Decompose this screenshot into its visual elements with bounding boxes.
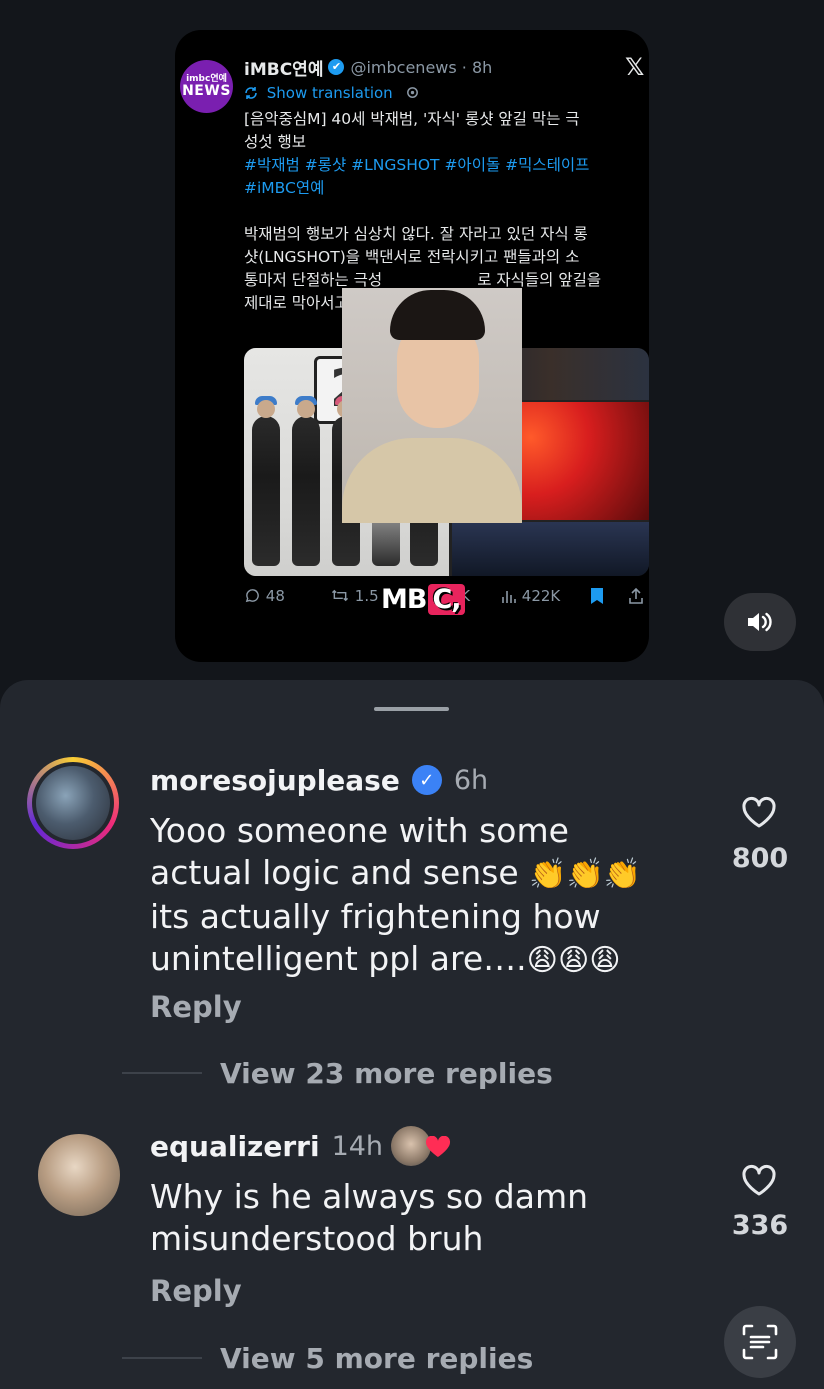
tweet-title-line: [음악중심M] 40세 박재범, '자식' 롱샷 앞길 막는 극 <box>244 110 580 128</box>
tweet-body-line: 샷(LNGSHOT)을 백댄서로 전락시키고 팬들과의 소 <box>244 248 580 266</box>
comment-icon <box>245 589 259 603</box>
like-button[interactable] <box>735 788 783 836</box>
timestamp: 6h <box>453 764 489 796</box>
mbc-watermark: MB C, <box>381 584 465 615</box>
views-icon <box>502 591 516 603</box>
translate-icon <box>245 87 257 99</box>
tweet-header: iMBC연예 ✔ @imbcenews · 8h <box>244 54 492 80</box>
video-player[interactable]: imbc연예 NEWS iMBC연예 ✔ @imbcenews · 8h 𝕏 S… <box>0 0 824 690</box>
username[interactable]: moresojuplease <box>150 764 400 797</box>
comment-text: Why is he always so damn misunderstood b… <box>150 1177 589 1258</box>
tweet-title-line: 성섯 행보 <box>244 133 306 151</box>
repost-icon <box>331 589 349 602</box>
drag-handle[interactable] <box>374 707 449 711</box>
speaker-icon <box>748 612 772 632</box>
view-replies-button[interactable]: View 23 more replies <box>122 1055 553 1091</box>
verified-icon: ✔ <box>328 59 345 75</box>
comment-stat: 48 <box>244 587 285 605</box>
comment-header: moresojuplease ✓ 6h <box>150 760 488 800</box>
sound-toggle-button[interactable] <box>724 593 796 651</box>
weary-face-emoji: 😩😩😩 <box>526 943 621 978</box>
heart-icon <box>742 1164 776 1196</box>
tweet-hashtags: #박재범 #롱샷 #LNGSHOT #아이돌 #믹스테이프 <box>244 156 590 174</box>
comment-text: Yooo someone with some actual logic and … <box>150 811 642 978</box>
scan-text-button[interactable] <box>724 1306 796 1378</box>
repost-stat: 1.5 <box>330 587 379 605</box>
timestamp: 14h <box>331 1130 384 1162</box>
avatar[interactable] <box>38 1134 120 1216</box>
clapping-emoji: 👏👏👏 <box>529 857 642 892</box>
tweet-handle: @imbcenews · 8h <box>350 57 493 77</box>
x-logo-icon: 𝕏 <box>625 53 645 81</box>
views-stat: 422K <box>501 587 560 605</box>
comments-sheet[interactable]: moresojuplease ✓ 6h Yooo someone with so… <box>0 680 824 1389</box>
reply-button[interactable]: Reply <box>150 1274 242 1308</box>
gear-icon <box>407 87 419 98</box>
tweet-text: [음악중심M] 40세 박재범, '자식' 롱샷 앞길 막는 극 성섯 행보 #… <box>244 108 644 315</box>
avatar[interactable] <box>27 757 119 849</box>
avatar-news: NEWS <box>182 83 231 99</box>
comment-header: equalizerri 14h <box>150 1126 453 1166</box>
creator-facecam <box>342 288 522 523</box>
tweet-body-line: 박재범의 행보가 심상치 않다. 잘 자라고 있던 자식 롱 <box>244 225 588 243</box>
like-count: 800 <box>731 843 789 874</box>
show-translation: Show translation <box>244 84 420 102</box>
verified-icon: ✓ <box>411 765 442 795</box>
tweet-screenshot: imbc연예 NEWS iMBC연예 ✔ @imbcenews · 8h 𝕏 S… <box>175 30 649 662</box>
reply-button[interactable]: Reply <box>150 990 242 1024</box>
heart-icon <box>426 1136 451 1157</box>
share-icon <box>629 587 643 604</box>
tweet-account-name: iMBC연예 <box>244 59 324 80</box>
username[interactable]: equalizerri <box>150 1130 320 1163</box>
tweet-avatar: imbc연예 NEWS <box>180 60 233 113</box>
heart-icon <box>742 796 776 828</box>
bookmark-icon <box>591 588 603 604</box>
scan-text-icon <box>742 1324 778 1360</box>
like-button[interactable] <box>735 1156 783 1204</box>
view-replies-button[interactable]: View 5 more replies <box>122 1340 533 1376</box>
like-count: 336 <box>731 1210 789 1241</box>
photo-thumbnail <box>452 522 649 576</box>
tweet-hashtags: #iMBC연예 <box>244 179 325 197</box>
show-translation-label: Show translation <box>266 84 393 102</box>
creator-liked-badge <box>391 1126 453 1166</box>
